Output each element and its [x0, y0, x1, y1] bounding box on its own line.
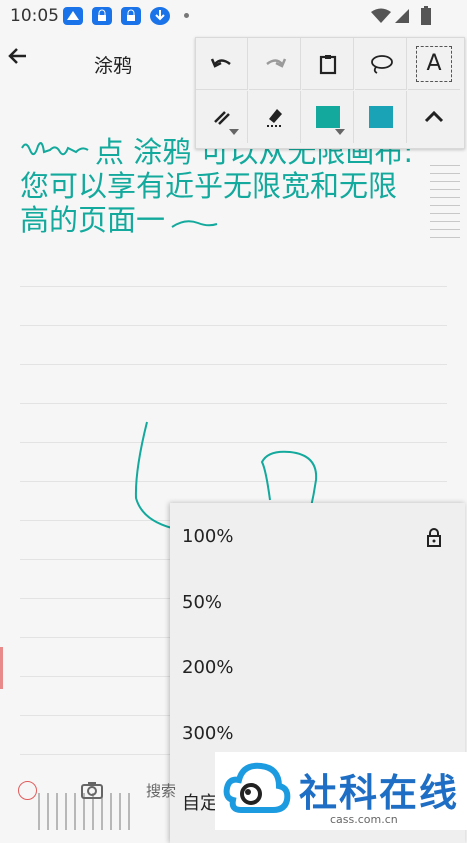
download-icon	[150, 7, 170, 25]
eraser-icon	[266, 109, 283, 127]
drawing-toolbar: A	[195, 37, 465, 149]
zoom-option-200[interactable]: 200%	[182, 657, 233, 678]
canvas-text-line3: 高的页面一	[20, 203, 166, 237]
lasso-icon	[370, 54, 393, 74]
color-picker-button-2[interactable]	[355, 91, 407, 143]
redo-button[interactable]	[249, 38, 301, 90]
watermark-logo-icon	[223, 762, 291, 813]
text-tool-button[interactable]: A	[408, 38, 460, 90]
redo-icon	[265, 58, 286, 68]
margin-marker	[0, 647, 3, 689]
wifi-icon	[371, 8, 391, 23]
notification-icon	[63, 7, 83, 25]
text-tool-icon: A	[416, 45, 452, 82]
page-title: 涂鸦	[94, 55, 133, 77]
undo-icon	[210, 58, 231, 68]
signal-icon	[395, 9, 409, 23]
lock-app-icon-2	[121, 7, 141, 25]
status-bar: 10:05	[0, 0, 467, 32]
lock-icon[interactable]	[425, 528, 443, 548]
watermark-subtitle: cass.com.cn	[330, 813, 398, 826]
canvas-text-line2: 您可以享有近乎无限宽和无限	[20, 169, 398, 203]
lasso-button[interactable]	[355, 38, 407, 90]
collapse-toolbar-button[interactable]	[408, 91, 460, 143]
eraser-button[interactable]	[249, 91, 301, 143]
lock-app-icon	[92, 7, 112, 25]
watermark: 社科在线 cass.com.cn	[215, 752, 467, 830]
canvas-text[interactable]: 点 涂鸦 可以从无限画布: 您可以享有近乎无限宽和无限 高的页面一	[20, 135, 430, 237]
zoom-option-100[interactable]: 100%	[182, 526, 233, 547]
color-swatch-2	[368, 106, 393, 128]
handwriting-stroke	[171, 220, 218, 228]
search-label[interactable]: 搜索	[146, 780, 176, 801]
color-swatch	[315, 106, 340, 128]
watermark-title: 社科在线	[299, 771, 460, 815]
brush-button[interactable]	[196, 91, 248, 143]
camera-icon[interactable]	[80, 780, 104, 800]
record-icon[interactable]	[18, 781, 37, 800]
status-time: 10:05	[10, 6, 59, 26]
zoom-option-300[interactable]: 300%	[182, 723, 233, 744]
clipboard-button[interactable]	[302, 38, 354, 90]
more-notifications-dot	[184, 13, 189, 18]
back-arrow-icon[interactable]	[6, 44, 30, 68]
scroll-indicator[interactable]	[430, 165, 460, 245]
color-picker-button[interactable]	[302, 91, 354, 143]
clipboard-icon	[319, 54, 336, 74]
brush-icon	[213, 111, 230, 125]
battery-icon	[421, 6, 431, 25]
undo-button[interactable]	[196, 38, 248, 90]
zoom-option-50[interactable]: 50%	[182, 592, 222, 613]
chevron-up-icon	[424, 110, 444, 123]
